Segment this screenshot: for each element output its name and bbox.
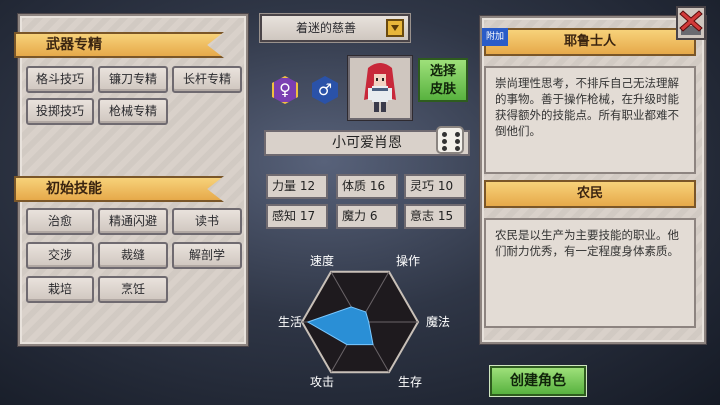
stat-label: 感知 <box>272 209 297 223</box>
female-gender-icon[interactable]: ♀ <box>272 76 298 104</box>
trait-dropdown[interactable]: 着迷的慈善 <box>260 14 410 42</box>
initial-skill-4[interactable]: 交涉 <box>26 242 94 269</box>
class-2-header: 农民 <box>484 180 696 208</box>
class-1-header: 耶鲁士人 <box>484 28 696 56</box>
initial-skill-8[interactable]: 烹饪 <box>98 276 168 303</box>
select-skin-button[interactable]: 选择 皮肤 <box>418 58 468 102</box>
initial-skill-3[interactable]: 读书 <box>172 208 242 235</box>
skill-tag-3[interactable]: 长杆专精 <box>172 66 242 93</box>
initial-section-title: 初始技能 <box>14 176 224 202</box>
skin-button-line-1: 选择 <box>429 64 456 79</box>
stat-label: 灵巧 <box>410 179 435 193</box>
weapon-section-title: 武器专精 <box>14 32 224 58</box>
initial-skill-2[interactable]: 精通闪避 <box>98 208 168 235</box>
skill-tag-5[interactable]: 枪械专精 <box>98 98 168 125</box>
stat-value: 12 <box>299 179 316 193</box>
radar-label-life: 生活 <box>278 315 303 329</box>
radar-label-speed: 速度 <box>310 254 335 268</box>
stat-label: 意志 <box>410 209 435 223</box>
character-portrait <box>348 56 412 120</box>
stat-label: 体质 <box>342 179 367 193</box>
stat-will: 意志 15 <box>404 204 466 229</box>
stat-label: 力量 <box>272 179 297 193</box>
close-button[interactable] <box>676 6 706 40</box>
stat-perception: 感知 17 <box>266 204 328 229</box>
character-sprite <box>364 63 396 112</box>
radar-label-survival: 生存 <box>398 375 423 389</box>
close-icon <box>679 10 703 35</box>
male-gender-icon[interactable]: ♂ <box>312 76 338 104</box>
initial-skill-6[interactable]: 解剖学 <box>172 242 242 269</box>
chevron-down-icon[interactable] <box>386 19 404 37</box>
initial-skill-7[interactable]: 栽培 <box>26 276 94 303</box>
skill-tag-4[interactable]: 投掷技巧 <box>26 98 94 125</box>
skin-button-line-2: 皮肤 <box>429 82 456 97</box>
class-1-description: 崇尚理性思考，不排斥自己无法理解的事物。善于操作枪械，在升级时能获得额外的技能点… <box>484 66 696 174</box>
dice-icon[interactable] <box>436 126 464 154</box>
stat-magic: 魔力 6 <box>336 204 398 229</box>
stat-value: 17 <box>299 209 316 223</box>
class-2-title: 农民 <box>576 186 603 201</box>
trait-dropdown-value: 着迷的慈善 <box>296 21 357 35</box>
stat-constitution: 体质 16 <box>336 174 398 199</box>
radar-chart <box>300 270 420 374</box>
stat-value: 6 <box>369 209 378 223</box>
radar-label-magic: 魔法 <box>426 315 451 329</box>
radar-label-attack: 攻击 <box>310 375 335 389</box>
initial-skill-1[interactable]: 治愈 <box>26 208 94 235</box>
stat-value: 15 <box>437 209 454 223</box>
class-1-title: 耶鲁士人 <box>563 34 616 49</box>
stat-label: 魔力 <box>342 209 367 223</box>
initial-skill-5[interactable]: 裁缝 <box>98 242 168 269</box>
class-1-badge: 附加 <box>482 28 508 46</box>
stat-value: 16 <box>369 179 386 193</box>
create-character-button[interactable]: 创建角色 <box>490 366 586 396</box>
stat-value: 10 <box>437 179 454 193</box>
stat-strength: 力量 12 <box>266 174 328 199</box>
stat-dexterity: 灵巧 10 <box>404 174 466 199</box>
skill-tag-2[interactable]: 镰刀专精 <box>98 66 168 93</box>
radar-label-operate: 操作 <box>396 254 421 268</box>
class-2-description: 农民是以生产为主要技能的职业。他们耐力优秀，有一定程度身体素质。 <box>484 218 696 328</box>
skill-tag-1[interactable]: 格斗技巧 <box>26 66 94 93</box>
